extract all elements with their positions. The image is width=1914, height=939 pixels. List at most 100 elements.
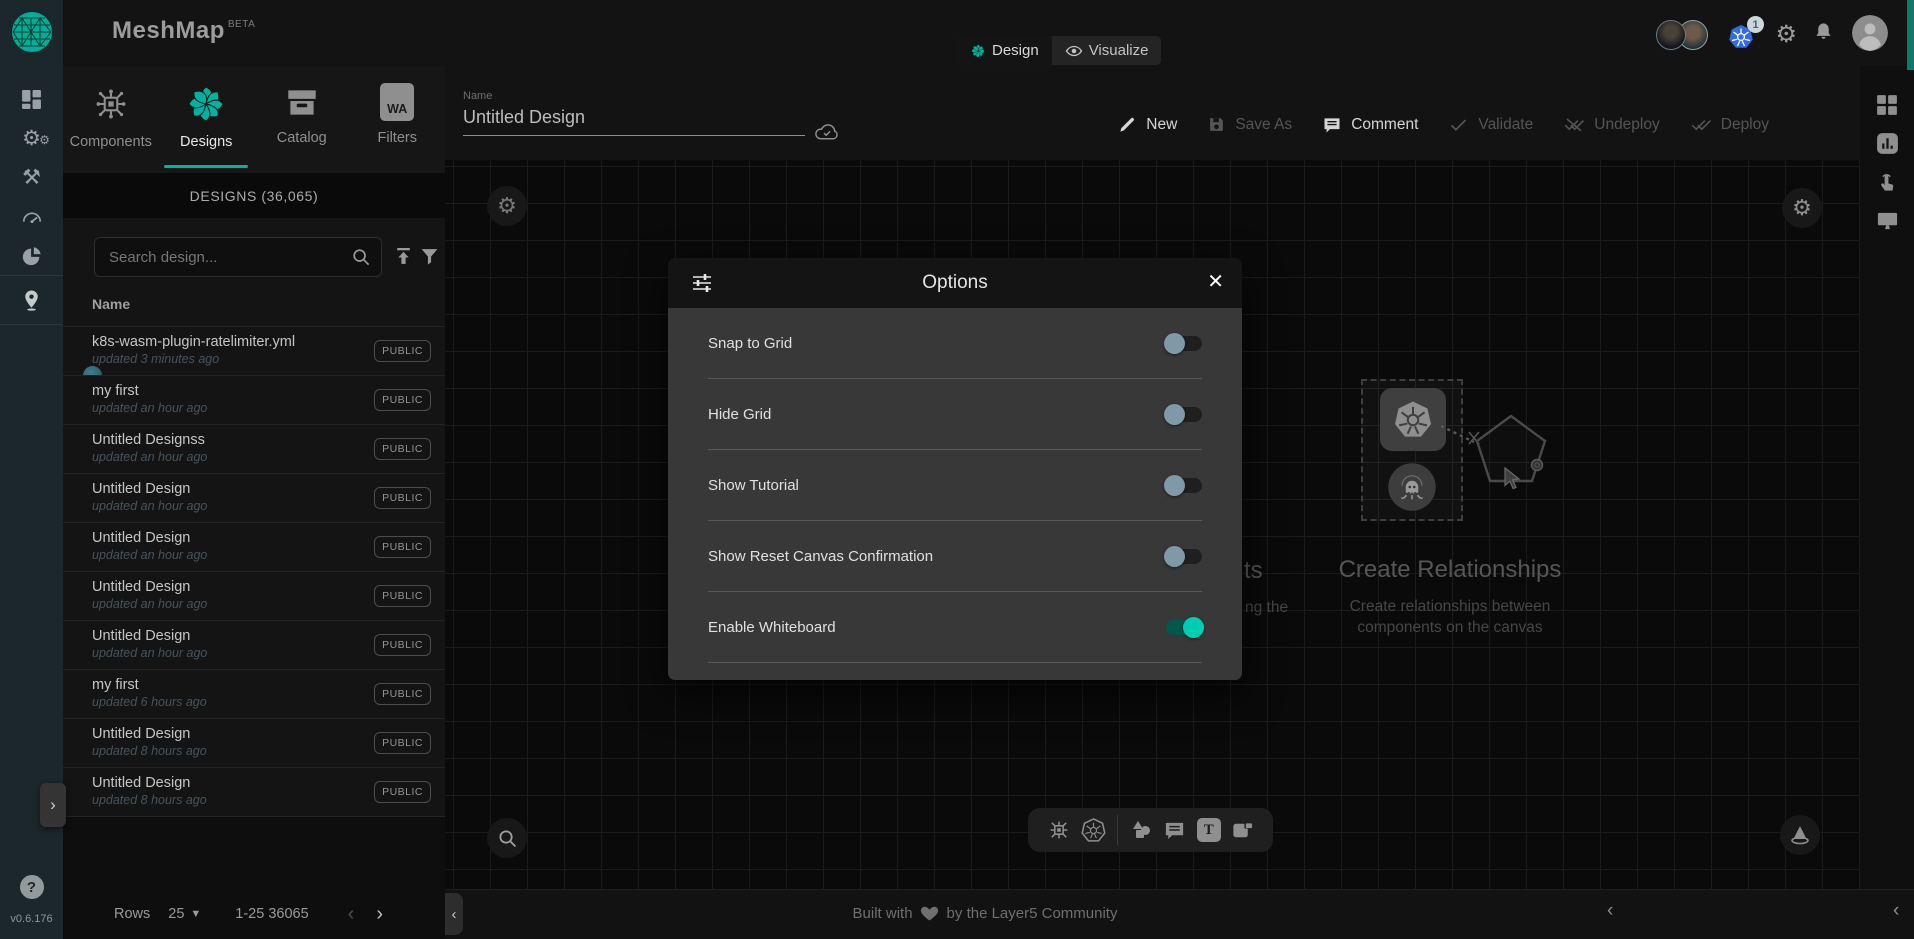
kubernetes-node — [1380, 388, 1446, 451]
close-icon[interactable]: ✕ — [1207, 269, 1224, 294]
snap-to-grid-toggle[interactable] — [1166, 336, 1202, 351]
strip-collapse-chevron[interactable]: ‹ — [1893, 900, 1899, 922]
tab-design-mode[interactable]: Design — [957, 36, 1052, 65]
user-avatar-button[interactable] — [1852, 15, 1888, 51]
cloud-saved-icon — [813, 122, 840, 142]
design-row[interactable]: Untitled Design updated an hour ago PUBL… — [63, 572, 445, 621]
design-row[interactable]: Untitled Design updated an hour ago PUBL… — [63, 523, 445, 572]
panel-collapse-handle[interactable]: › — [40, 783, 66, 827]
search-design-box — [94, 237, 382, 277]
kubernetes-tool-button[interactable] — [1081, 818, 1106, 843]
kubernetes-context-button[interactable]: 1 — [1728, 24, 1754, 50]
canvas-gear-button-left[interactable]: ⚙ — [487, 186, 527, 226]
hide-grid-toggle[interactable] — [1166, 407, 1202, 422]
grid-icon — [1876, 94, 1898, 116]
zoom-control-button[interactable] — [487, 818, 527, 858]
shapes-tool-button[interactable] — [1129, 818, 1153, 842]
occluded-subtitle-fragment: ng the — [1245, 599, 1288, 617]
undeploy-button[interactable]: Undeploy — [1563, 114, 1660, 135]
components-icon — [1047, 818, 1071, 842]
layer5-logo-icon[interactable] — [10, 10, 54, 54]
dashboard-icon — [21, 89, 42, 110]
help-button[interactable]: ? — [20, 875, 44, 899]
design-row[interactable]: k8s-wasm-plugin-ratelimiter.yml updated … — [63, 327, 445, 376]
brand: MeshMap BETA — [112, 17, 255, 45]
kubernetes-icon — [1081, 818, 1106, 843]
tab-catalog[interactable]: Catalog — [254, 66, 350, 173]
option-hide-grid: Hide Grid — [708, 379, 1202, 450]
deploy-button[interactable]: Deploy — [1690, 114, 1769, 135]
view-3d-button[interactable] — [1780, 815, 1820, 855]
next-page-button[interactable]: › — [365, 903, 394, 926]
option-enable-whiteboard: Enable Whiteboard — [708, 592, 1202, 663]
undeploy-crossed-check-icon — [1563, 114, 1585, 135]
interaction-button[interactable] — [1876, 171, 1899, 194]
analytics-button[interactable] — [1875, 131, 1900, 156]
mode-switch: Design Visualize — [957, 36, 1161, 65]
reset-confirmation-toggle[interactable] — [1166, 549, 1202, 564]
nav-configuration[interactable]: ⚒ — [0, 158, 63, 197]
visualize-mode-label: Visualize — [1089, 42, 1149, 59]
shapes-icon — [1129, 818, 1153, 842]
design-row[interactable]: Untitled Design updated an hour ago PUBL… — [63, 474, 445, 523]
tab-visualize-mode[interactable]: Visualize — [1052, 36, 1162, 65]
canvas-gear-button-right[interactable]: ⚙ — [1782, 188, 1822, 228]
tab-filters[interactable]: WA Filters — [350, 66, 446, 173]
design-row[interactable]: Untitled Design updated an hour ago PUBL… — [63, 621, 445, 670]
rows-per-page-select[interactable]: 25 ▼ — [168, 906, 201, 922]
save-as-button[interactable]: Save As — [1207, 114, 1292, 135]
double-check-icon — [1690, 114, 1712, 135]
nav-extensions[interactable] — [0, 236, 63, 275]
designs-list: k8s-wasm-plugin-ratelimiter.yml updated … — [63, 326, 445, 817]
import-design-button[interactable] — [393, 246, 414, 267]
top-header: MeshMap BETA Design — [63, 0, 1914, 66]
components-tool-button[interactable] — [1047, 818, 1071, 842]
squid-icon — [1387, 462, 1437, 512]
tab-components[interactable]: Components — [63, 66, 159, 173]
widgets-button[interactable] — [1876, 94, 1898, 116]
design-row[interactable]: Untitled Design updated 8 hours ago PUBL… — [63, 719, 445, 768]
pentagon-shape — [1465, 408, 1557, 500]
design-name-input[interactable] — [463, 102, 805, 136]
column-header-name: Name — [92, 296, 130, 312]
validate-button[interactable]: Validate — [1448, 114, 1533, 135]
search-design-input[interactable] — [109, 249, 351, 266]
footer-collapse-handle[interactable]: ‹ — [445, 893, 463, 935]
nav-dashboard[interactable] — [0, 80, 63, 119]
text-tool-button[interactable]: T — [1197, 818, 1221, 842]
design-row[interactable]: Untitled Designss updated an hour ago PU… — [63, 425, 445, 474]
nav-performance[interactable] — [0, 197, 63, 236]
dock-collapse-chevron[interactable]: ‹ — [1607, 900, 1613, 922]
comment-button[interactable]: Comment — [1322, 114, 1418, 135]
nav-meshmap[interactable] — [0, 276, 63, 324]
design-name-label: Name — [463, 90, 805, 102]
tab-designs[interactable]: Designs — [159, 66, 255, 173]
display-button[interactable] — [1876, 209, 1899, 232]
new-button[interactable]: New — [1118, 114, 1177, 135]
media-tool-button[interactable] — [1231, 819, 1254, 842]
rows-label: Rows — [114, 906, 150, 922]
show-tutorial-toggle[interactable] — [1166, 478, 1202, 493]
design-row[interactable]: Untitled Design updated 8 hours ago PUBL… — [63, 768, 445, 817]
notifications-bell-button[interactable] — [1812, 21, 1835, 44]
design-row[interactable]: my first updated an hour ago PUBLIC — [63, 376, 445, 425]
catalog-icon — [283, 83, 321, 121]
settings-gear-button[interactable]: ⚙ — [1775, 20, 1797, 49]
collaborator-avatars[interactable] — [1656, 20, 1708, 50]
enable-whiteboard-toggle[interactable] — [1166, 620, 1202, 635]
design-mode-label: Design — [992, 42, 1039, 59]
design-row[interactable]: my first updated 6 hours ago PUBLIC — [63, 670, 445, 719]
previous-page-button[interactable]: ‹ — [337, 903, 366, 926]
options-modal-header[interactable]: Options ✕ — [668, 258, 1242, 308]
occluded-title-fragment: ts — [1244, 557, 1263, 585]
comment-tool-button[interactable] — [1163, 819, 1186, 842]
filter-designs-button[interactable] — [419, 246, 440, 267]
app-title: MeshMap — [112, 17, 225, 45]
nav-lifecycle[interactable]: ⚙⚙ — [0, 119, 63, 158]
search-icon[interactable] — [351, 247, 371, 267]
rail-divider — [0, 324, 63, 325]
comment-icon — [1322, 115, 1342, 135]
meshery-swirl-icon — [970, 43, 986, 59]
tab-designs-label: Designs — [180, 134, 232, 150]
floppy-icon — [1207, 115, 1226, 134]
